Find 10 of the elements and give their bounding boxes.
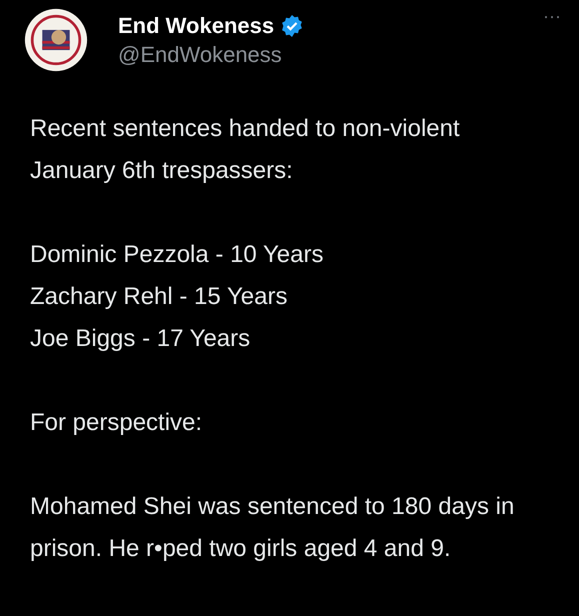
post-text-line: Joe Biggs - 17 Years (30, 324, 252, 354)
post-text: Mohamed Shei was sentenced to 180 days in prison. He r•ped two girls aged 4 and 9. (30, 492, 516, 564)
post-text: Recent sentences handed to non-violent January 6th trespassers: (30, 114, 461, 186)
avatar-icon[interactable] (24, 8, 88, 72)
post-text-line: Zachary Rehl - 15 Years (30, 282, 288, 312)
post-text: For perspective: (30, 408, 204, 438)
more-button[interactable]: ··· (539, 8, 565, 24)
author-name[interactable]: End Wokeness (118, 12, 274, 40)
post-text-line: Dominic Pezzola - 10 Years (30, 240, 324, 270)
author-handle[interactable]: @EndWokeness (118, 40, 304, 70)
